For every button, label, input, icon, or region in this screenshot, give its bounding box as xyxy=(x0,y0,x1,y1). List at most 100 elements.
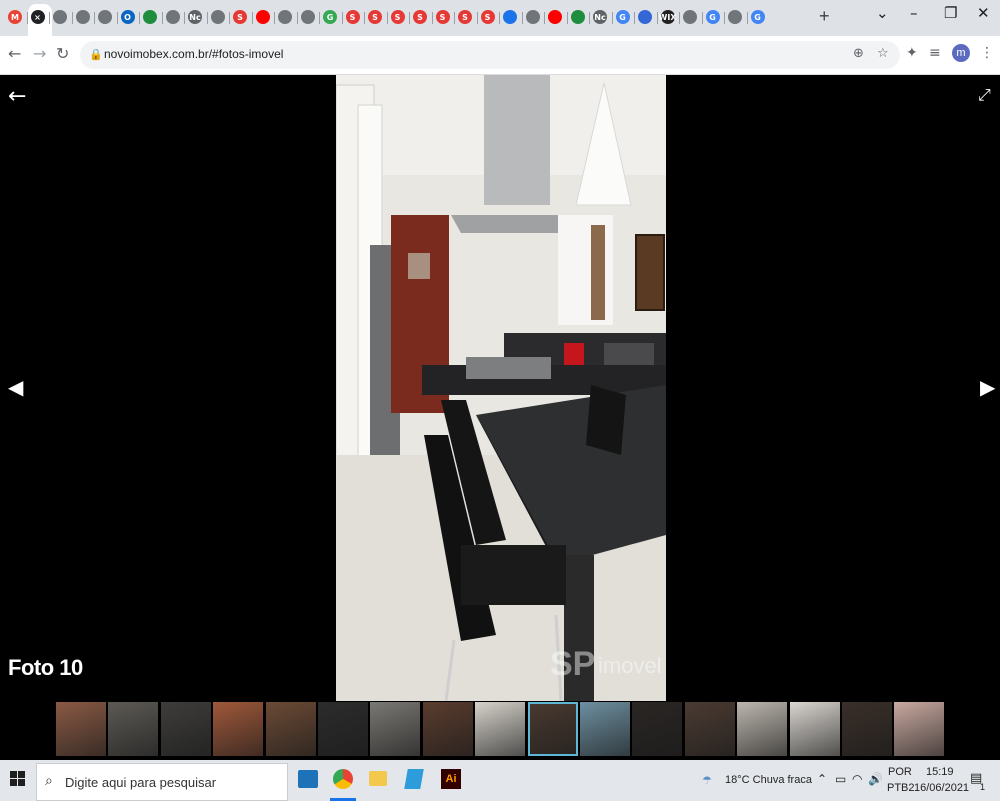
tab-separator xyxy=(319,12,320,24)
clock-time[interactable]: 15:19 xyxy=(926,766,954,778)
new-tab-button[interactable]: + xyxy=(819,6,830,27)
browser-tab[interactable] xyxy=(73,6,93,28)
minimize-icon[interactable]: – xyxy=(910,4,918,22)
browser-tab[interactable] xyxy=(635,6,655,28)
photo-thumbnail[interactable] xyxy=(684,702,735,756)
browser-tab[interactable] xyxy=(95,6,115,28)
photo-thumbnail[interactable] xyxy=(422,702,473,756)
browser-tab[interactable]: S xyxy=(455,6,475,28)
notification-count: 1 xyxy=(980,782,986,792)
browser-tab[interactable]: S xyxy=(230,6,250,28)
photo-thumbnail[interactable] xyxy=(265,702,316,756)
next-photo-icon[interactable]: ▶ xyxy=(980,375,995,399)
tab-separator xyxy=(679,12,680,24)
photo-thumbnail[interactable] xyxy=(160,702,211,756)
address-bar[interactable]: 🔒 novoimobex.com.br/#fotos-imovel ⊕ ☆ xyxy=(80,41,900,69)
browser-tab[interactable] xyxy=(680,6,700,28)
tab-favicon-icon: S xyxy=(345,10,360,24)
lock-icon[interactable]: 🔒 xyxy=(89,48,103,61)
clock-date[interactable]: 16/06/2021 xyxy=(914,782,969,794)
browser-tab[interactable]: S xyxy=(410,6,430,28)
extensions-icon[interactable]: ✦ xyxy=(906,45,918,61)
browser-tab[interactable]: M xyxy=(5,6,25,28)
task-view-icon[interactable] xyxy=(298,770,318,788)
chrome-taskbar-icon[interactable] xyxy=(333,769,353,789)
browser-tab[interactable] xyxy=(140,6,160,28)
browser-tab[interactable] xyxy=(568,6,588,28)
browser-tab[interactable] xyxy=(725,6,745,28)
weather-text[interactable]: 18°C Chuva fraca xyxy=(725,774,812,786)
photo-thumbnail[interactable] xyxy=(475,702,526,756)
browser-tab[interactable]: S xyxy=(388,6,408,28)
browser-tab[interactable]: × xyxy=(28,6,48,28)
browser-tab[interactable] xyxy=(298,6,318,28)
star-icon[interactable]: ☆ xyxy=(877,46,889,61)
browser-tab[interactable] xyxy=(523,6,543,28)
photo-thumbnail[interactable] xyxy=(632,702,683,756)
browser-tab[interactable]: WIX xyxy=(658,6,678,28)
battery-icon[interactable]: ▭ xyxy=(835,772,846,786)
language-bottom[interactable]: PTB2 xyxy=(887,782,915,794)
browser-tab[interactable] xyxy=(208,6,228,28)
previous-photo-icon[interactable]: ◀ xyxy=(8,375,23,399)
file-explorer-icon[interactable] xyxy=(369,771,387,786)
tab-separator xyxy=(116,12,118,24)
browser-tab[interactable] xyxy=(253,6,273,28)
browser-tab[interactable] xyxy=(275,6,295,28)
menu-icon[interactable]: ⋮ xyxy=(980,45,994,61)
photo-thumbnail[interactable] xyxy=(842,702,892,756)
profile-avatar[interactable]: m xyxy=(952,44,970,62)
search-placeholder[interactable]: Digite aqui para pesquisar xyxy=(65,775,216,790)
photo-thumbnail[interactable] xyxy=(56,702,106,756)
browser-tab[interactable]: S xyxy=(365,6,385,28)
zoom-icon[interactable]: ⊕ xyxy=(853,46,864,61)
reading-list-icon[interactable]: ≡ xyxy=(929,45,941,61)
back-arrow-icon[interactable]: ← xyxy=(8,84,26,109)
browser-tab[interactable]: G xyxy=(703,6,723,28)
photo-thumbnail[interactable] xyxy=(108,702,159,756)
forward-icon[interactable]: → xyxy=(33,44,46,63)
back-icon[interactable]: ← xyxy=(8,44,21,63)
taskbar-search[interactable]: ⌕ Digite aqui para pesquisar xyxy=(36,763,288,801)
browser-tab[interactable]: G xyxy=(320,6,340,28)
fullscreen-icon[interactable]: ⤢ xyxy=(978,85,991,105)
browser-tab[interactable]: Nc xyxy=(185,6,205,28)
browser-tab[interactable]: G xyxy=(613,6,633,28)
photo-thumbnail[interactable] xyxy=(318,702,368,756)
tab-separator xyxy=(521,12,523,24)
language-top[interactable]: POR xyxy=(888,766,912,778)
reload-icon[interactable]: ↻ xyxy=(56,44,69,63)
watermark-logo: SP xyxy=(550,645,595,683)
browser-tab[interactable] xyxy=(50,6,70,28)
browser-tab[interactable] xyxy=(163,6,183,28)
browser-tab[interactable]: S xyxy=(343,6,363,28)
photo-thumbnail[interactable] xyxy=(737,702,788,756)
browser-tab[interactable]: O xyxy=(118,6,138,28)
restore-icon[interactable]: ❐ xyxy=(944,4,957,22)
browser-tab[interactable]: S xyxy=(478,6,498,28)
browser-tab[interactable] xyxy=(545,6,565,28)
tab-strip: M × O Nc S G S S S S S S S Nc G WIX G G + ⌄ – ❐ ✕ xyxy=(0,0,1000,36)
browser-tab[interactable]: G xyxy=(748,6,768,28)
wifi-icon[interactable]: ◠ xyxy=(852,772,862,786)
tab-separator xyxy=(49,12,50,24)
tab-favicon-icon: WIX xyxy=(659,10,676,24)
tab-favicon-icon: × xyxy=(30,10,45,24)
browser-tab[interactable] xyxy=(500,6,520,28)
illustrator-icon[interactable]: Ai xyxy=(441,769,461,789)
photo-thumbnail[interactable] xyxy=(789,702,840,756)
notes-app-icon[interactable] xyxy=(404,769,424,789)
windows-start-icon[interactable] xyxy=(10,771,26,787)
photo-thumbnail[interactable] xyxy=(894,702,945,756)
tray-chevron-icon[interactable]: ⌃ xyxy=(817,772,827,786)
browser-tab[interactable]: Nc xyxy=(590,6,610,28)
photo-thumbnail[interactable] xyxy=(580,702,630,756)
photo-thumbnail[interactable] xyxy=(370,702,421,756)
photo-thumbnail[interactable] xyxy=(213,702,264,756)
url-text[interactable]: novoimobex.com.br/#fotos-imovel xyxy=(104,47,283,61)
close-window-icon[interactable]: ✕ xyxy=(977,4,990,22)
photo-thumbnail[interactable] xyxy=(527,702,578,756)
browser-tab[interactable]: S xyxy=(433,6,453,28)
tab-search-icon[interactable]: ⌄ xyxy=(876,4,889,22)
volume-icon[interactable]: 🔊 xyxy=(868,772,883,786)
